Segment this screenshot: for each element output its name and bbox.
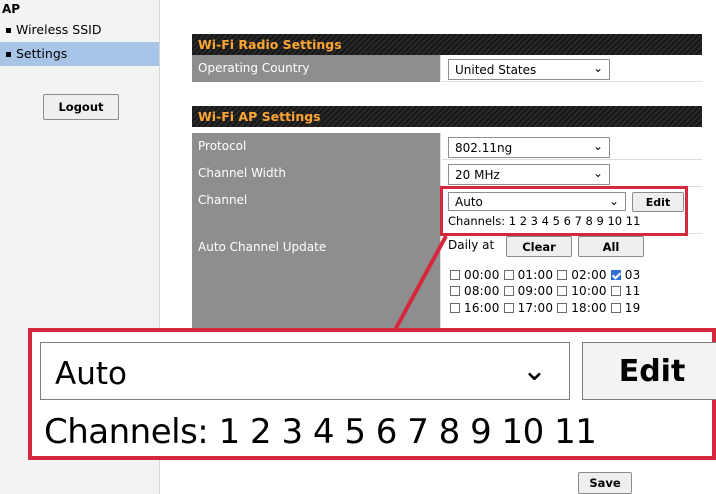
chevron-down-icon: ⌄ [592,61,603,75]
channel-width-row: Channel Width 20 MHz ⌄ [192,160,702,187]
hour-checkbox[interactable] [610,303,621,313]
auto-channel-update-label: Auto Channel Update [192,234,441,334]
operating-country-label: Operating Country [192,55,441,82]
operating-country-row: Operating Country United States ⌄ [192,55,702,82]
bullet-icon [6,52,11,57]
hour-checkbox[interactable] [450,286,460,296]
zoom-edit-button: Edit [582,342,716,400]
operating-country-select[interactable]: United States ⌄ [448,59,610,80]
zoom-channels-list: Channels: 1 2 3 4 5 6 7 8 9 10 11 [44,412,597,452]
channel-width-cell: 20 MHz ⌄ [442,160,702,187]
hour-row: 16:00 17:00 18:00 19 [450,301,694,315]
channel-label: Channel [192,187,441,234]
zoom-channel-value: Auto [55,356,127,392]
hour-label: 17:00 [517,301,554,315]
logout-button[interactable]: Logout [43,94,119,120]
hour-checkbox[interactable] [557,270,568,280]
hour-label: 18:00 [571,301,607,315]
hour-label: 03 [624,268,641,282]
hour-label: 09:00 [517,284,554,298]
save-button[interactable]: Save [578,472,632,494]
hour-checkbox[interactable] [450,270,460,280]
hour-checkbox[interactable] [503,303,514,313]
clear-button[interactable]: Clear [506,236,572,257]
sidebar-item-label: Wireless SSID [16,22,102,37]
chevron-down-icon: ⌄ [521,353,547,388]
hour-checkbox[interactable] [503,286,514,296]
radio-settings-heading: Wi-Fi Radio Settings [192,34,702,55]
hour-label: 08:00 [464,284,500,298]
hour-label: 01:00 [517,268,554,282]
hour-row: 00:00 01:00 02:00 03 [450,268,694,282]
hour-label: 11 [624,284,641,298]
operating-country-cell: United States ⌄ [442,55,702,82]
channel-width-select[interactable]: 20 MHz ⌄ [448,164,610,185]
sidebar-item-settings[interactable]: Settings [0,42,159,66]
operating-country-value: United States [455,63,537,77]
hour-checkbox[interactable] [503,270,514,280]
hour-label: 19 [624,301,641,315]
ap-settings-heading: Wi-Fi AP Settings [192,106,702,127]
hour-label: 16:00 [464,301,500,315]
channel-highlight-box [440,186,688,236]
protocol-cell: 802.11ng ⌄ [442,133,702,160]
zoom-callout: Auto ⌄ Edit Channels: 1 2 3 4 5 6 7 8 9 … [28,328,716,460]
channel-width-value: 20 MHz [455,168,500,182]
hour-checkbox[interactable] [557,303,568,313]
hour-label: 10:00 [571,284,607,298]
protocol-select[interactable]: 802.11ng ⌄ [448,137,610,158]
chevron-down-icon: ⌄ [592,139,603,153]
protocol-label: Protocol [192,133,441,160]
chevron-down-icon: ⌄ [592,166,603,180]
hour-checkbox[interactable] [610,286,621,296]
protocol-value: 802.11ng [455,141,513,155]
hour-label: 02:00 [571,268,607,282]
protocol-row: Protocol 802.11ng ⌄ [192,133,702,160]
hour-checkbox[interactable] [610,270,621,280]
all-button[interactable]: All [578,236,644,257]
sidebar-item-wireless-ssid[interactable]: Wireless SSID [0,18,159,42]
sidebar-item-label: Settings [16,46,68,61]
daily-at-label: Daily at [448,238,495,252]
bullet-icon [6,28,11,33]
sidebar-title: AP [2,2,21,16]
zoom-channel-select: Auto ⌄ [40,342,570,400]
channel-width-label: Channel Width [192,160,441,187]
hour-label: 00:00 [464,268,500,282]
hour-row: 08:00 09:00 10:00 11 [450,284,694,298]
hour-checkbox[interactable] [557,286,568,296]
hour-checkbox[interactable] [450,303,460,313]
